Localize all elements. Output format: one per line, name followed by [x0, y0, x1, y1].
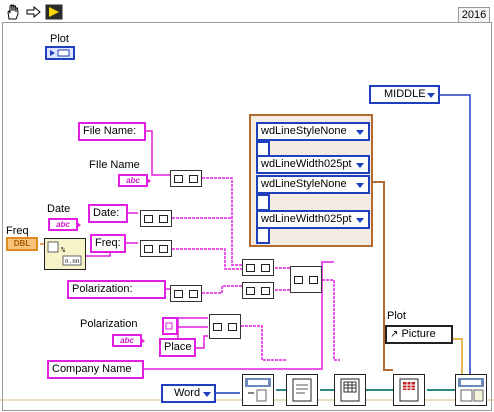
build-array-node[interactable]: [140, 210, 172, 227]
chevron-down-icon: [356, 130, 364, 135]
cluster-bool[interactable]: [256, 194, 270, 211]
set-table-format-subvi[interactable]: [393, 374, 425, 406]
picture-control[interactable]: ↗ Picture: [385, 325, 453, 344]
svg-text:%: %: [61, 246, 66, 254]
date-control[interactable]: abc: [48, 218, 81, 231]
format-number-node[interactable]: % n.nn: [44, 238, 86, 270]
date-constant[interactable]: Date:: [88, 204, 128, 223]
chevron-down-icon: [203, 392, 211, 397]
date-label: Date: [47, 203, 71, 215]
append-text-subvi[interactable]: [286, 374, 318, 406]
polarization-control[interactable]: abc: [112, 334, 145, 347]
append-table-subvi[interactable]: [334, 374, 366, 406]
wires: [0, 94, 494, 401]
cluster-constant[interactable]: wdLineStyleNone wdLineWidth025pt wdLineS…: [249, 114, 373, 247]
plot-label: Plot: [50, 33, 69, 45]
file-name-label: FIle Name: [89, 159, 140, 171]
cluster-enum-item[interactable]: wdLineStyleNone: [256, 122, 370, 141]
new-report-subvi[interactable]: [242, 374, 274, 406]
file-name-control[interactable]: abc: [118, 174, 151, 187]
chevron-down-icon: [356, 218, 364, 223]
build-array-node[interactable]: [170, 170, 202, 187]
build-array-node[interactable]: [242, 259, 274, 276]
file-name-constant[interactable]: File Name:: [78, 122, 146, 141]
svg-text:n.nn: n.nn: [65, 258, 80, 265]
word-enum-value: Word: [174, 387, 201, 399]
polarization-constant[interactable]: Polarization:: [67, 280, 166, 299]
chevron-down-icon: [356, 163, 364, 168]
build-array-node[interactable]: [170, 285, 202, 302]
chevron-down-icon: [356, 183, 364, 188]
word-enum[interactable]: Word: [161, 384, 216, 403]
freq-control[interactable]: DBL: [6, 237, 38, 251]
empty-string-constant[interactable]: [162, 317, 178, 335]
build-array-node[interactable]: [140, 240, 172, 257]
company-name-constant[interactable]: Company Name: [47, 360, 144, 379]
build-array-node[interactable]: [209, 314, 241, 339]
build-array-node[interactable]: [290, 266, 322, 293]
append-image-subvi[interactable]: [455, 374, 487, 406]
cluster-bool[interactable]: [256, 227, 270, 244]
build-array-node[interactable]: [242, 282, 274, 299]
middle-enum-value: MIDDLE: [384, 88, 426, 100]
freq-constant[interactable]: Freq:: [90, 234, 126, 253]
place-constant[interactable]: Place: [159, 338, 196, 357]
cluster-enum-item[interactable]: wdLineWidth025pt: [256, 210, 370, 229]
polarization-label: Polarization: [80, 318, 138, 330]
cluster-enum-item[interactable]: wdLineWidth025pt: [256, 155, 370, 174]
picture-arrow-icon: ↗: [390, 329, 399, 340]
plot-terminal[interactable]: [45, 46, 75, 60]
plot-picture-label: Plot: [387, 310, 406, 322]
middle-enum[interactable]: MIDDLE: [369, 85, 440, 104]
cluster-enum-item[interactable]: wdLineStyleNone: [256, 175, 370, 194]
chevron-down-icon: [427, 93, 435, 98]
